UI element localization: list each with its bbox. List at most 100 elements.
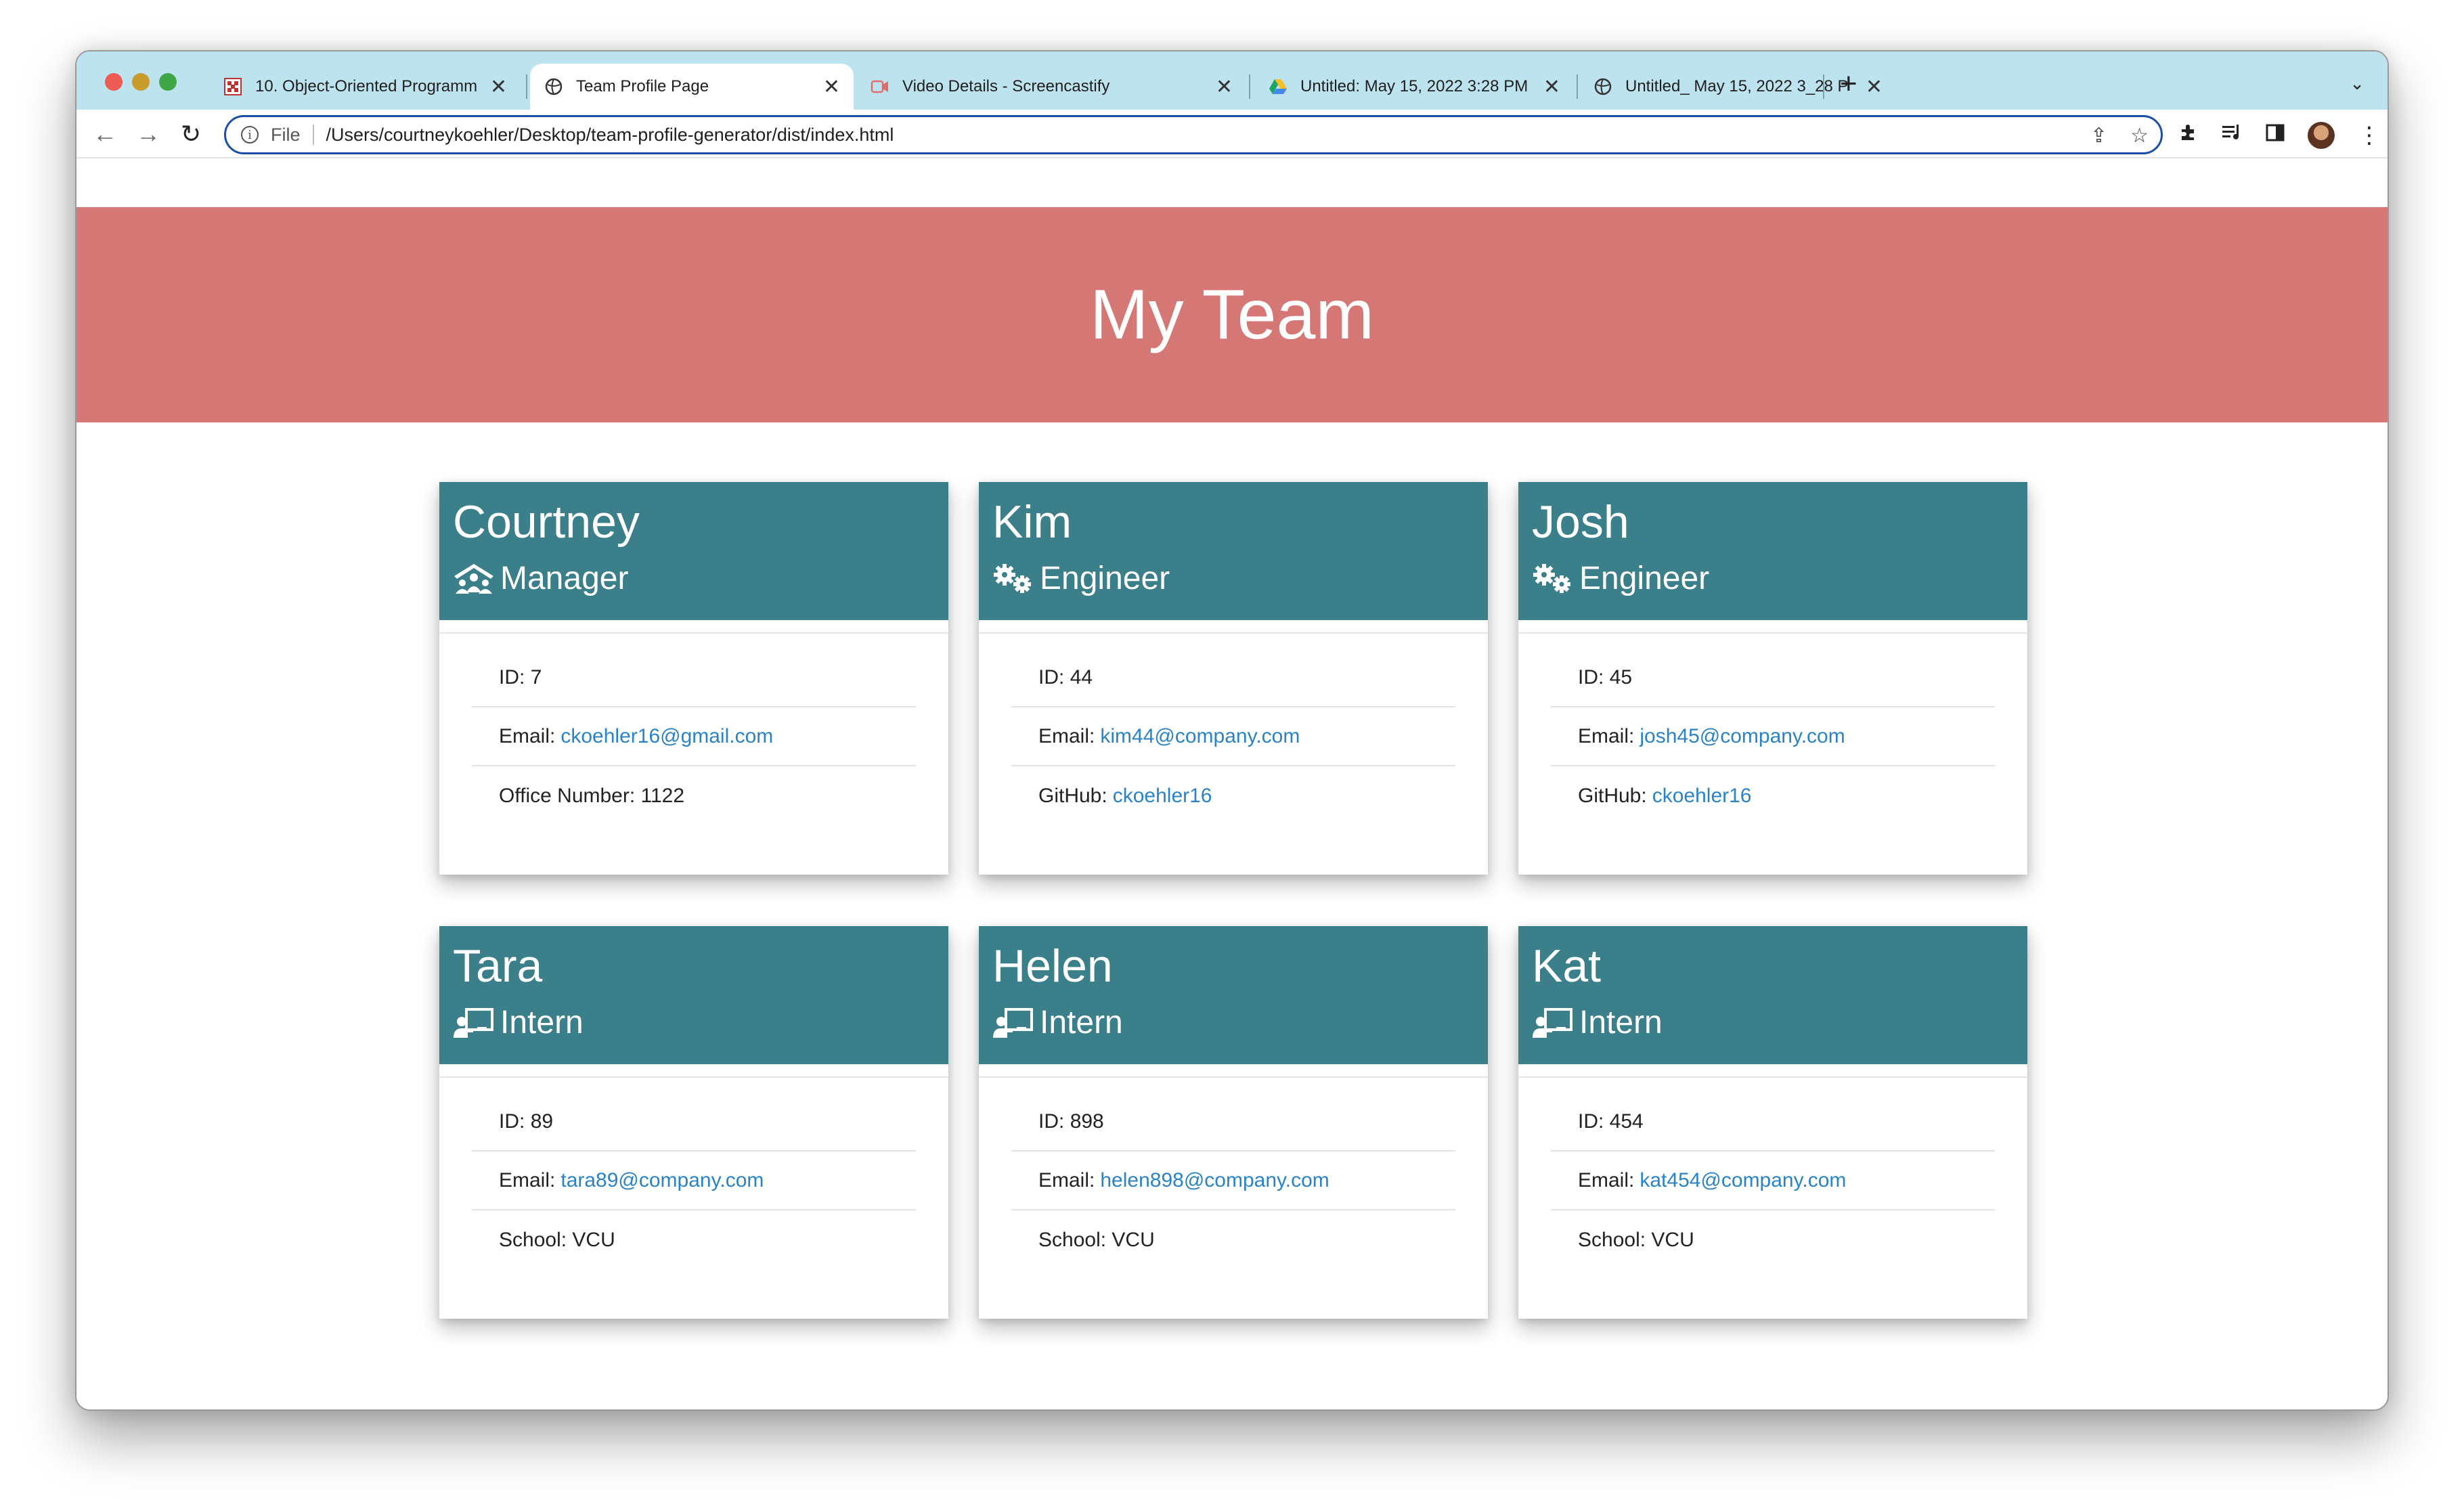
card-header: Kim Engineer: [979, 482, 1488, 620]
email-link[interactable]: ckoehler16@gmail.com: [560, 725, 773, 748]
gears-icon: [1532, 561, 1574, 596]
extensions-icon[interactable]: [2178, 123, 2198, 148]
close-icon[interactable]: ✕: [823, 75, 840, 99]
tab-title: Video Details - Screencastify: [902, 77, 1110, 95]
employee-card: Helen Intern ID: 898 Email: helen898@comp…: [979, 926, 1488, 1319]
employee-role: Intern: [1579, 1005, 1663, 1041]
id-row: ID: 7: [472, 649, 916, 707]
email-row: Email: kat454@company.com: [1551, 1152, 1995, 1210]
employee-card: Tara Intern ID: 89 Email: tara89@company.…: [439, 926, 948, 1319]
details-list: ID: 454 Email: kat454@company.com School:…: [1518, 1078, 2027, 1269]
tab-video-details[interactable]: Video Details - Screencastify ✕: [856, 64, 1246, 110]
menu-dots-icon[interactable]: ⋮: [2358, 122, 2381, 149]
school-name: VCU: [1112, 1228, 1155, 1251]
details-list: ID: 898 Email: helen898@company.com Schoo…: [979, 1078, 1488, 1269]
new-tab-button[interactable]: +: [1840, 69, 1857, 99]
reload-icon[interactable]: ↻: [181, 119, 201, 149]
email-link[interactable]: josh45@company.com: [1640, 725, 1845, 748]
school-row: School: VCU: [499, 1228, 615, 1251]
details-list: ID: 89 Email: tara89@company.com School: …: [439, 1078, 948, 1269]
school-name: VCU: [1651, 1228, 1694, 1251]
employee-id: 44: [1070, 665, 1093, 688]
side-panel-icon[interactable]: [2266, 123, 2285, 148]
gears-icon: [992, 561, 1034, 596]
github-row: GitHub: ckoehler16: [1578, 784, 1752, 808]
email-row: Email: tara89@company.com: [472, 1152, 916, 1210]
manager-icon: [453, 561, 495, 596]
info-icon[interactable]: i: [241, 126, 259, 144]
globe-icon: [1593, 76, 1613, 97]
card-header: Josh Engineer: [1518, 482, 2027, 620]
email-link[interactable]: kim44@company.com: [1100, 725, 1300, 748]
address-bar[interactable]: i File /Users/courtneykoehler/Desktop/te…: [224, 115, 2163, 154]
employee-card: Josh Engineer ID: 45 Email: josh45@compan…: [1518, 482, 2027, 875]
employee-name: Kim: [992, 496, 1072, 548]
school-name: VCU: [572, 1228, 615, 1251]
github-link[interactable]: ckoehler16: [1652, 785, 1752, 808]
google-drive-icon: [1268, 76, 1288, 97]
id-row: ID: 454: [1551, 1093, 1995, 1152]
forward-arrow-icon[interactable]: →: [136, 119, 160, 149]
screencastify-icon: [870, 76, 890, 97]
tab-team-profile[interactable]: Team Profile Page ✕: [530, 64, 854, 110]
tab-strip: 10. Object-Oriented Programm ✕ Team Prof…: [76, 51, 2388, 110]
employee-role: Intern: [500, 1005, 584, 1041]
employee-role: Manager: [500, 561, 629, 596]
card-header: Helen Intern: [979, 926, 1488, 1064]
team-banner: My Team: [76, 207, 2388, 422]
media-queue-icon[interactable]: [2221, 123, 2243, 148]
email-row: Email: helen898@company.com: [1011, 1152, 1455, 1210]
id-row: ID: 898: [1011, 1093, 1455, 1152]
close-window-button[interactable]: [105, 73, 123, 91]
details-list: ID: 7 Email: ckoehler16@gmail.com Office …: [439, 634, 948, 825]
email-link[interactable]: helen898@company.com: [1100, 1169, 1329, 1192]
intern-icon: [1532, 1005, 1574, 1041]
back-arrow-icon[interactable]: ←: [93, 119, 117, 149]
email-row: Email: josh45@company.com: [1551, 707, 1995, 766]
close-icon[interactable]: ✕: [1866, 75, 1883, 99]
employee-name: Kat: [1532, 940, 1602, 992]
employee-id: 89: [530, 1110, 554, 1133]
tab-title: Untitled: May 15, 2022 3:28 PM: [1300, 77, 1528, 95]
profile-avatar[interactable]: [2308, 122, 2335, 149]
email-link[interactable]: tara89@company.com: [560, 1169, 764, 1192]
office-number-row: Office Number: 1122: [499, 784, 685, 807]
tab-untitled-drive[interactable]: Untitled: May 15, 2022 3:28 PM ✕: [1254, 64, 1574, 110]
email-link[interactable]: kat454@company.com: [1640, 1169, 1846, 1192]
employee-name: Helen: [992, 940, 1113, 992]
github-link[interactable]: ckoehler16: [1113, 785, 1212, 808]
office-number: 1122: [640, 784, 685, 807]
close-icon[interactable]: ✕: [490, 75, 507, 99]
employee-id: 7: [530, 665, 542, 688]
employee-id: 45: [1609, 665, 1633, 688]
id-row: ID: 45: [1551, 649, 1995, 707]
browser-toolbar: ← → ↻ i File /Users/courtneykoehler/Desk…: [76, 110, 2388, 158]
close-icon[interactable]: ✕: [1216, 75, 1233, 99]
globe-icon: [544, 76, 564, 97]
email-row: Email: kim44@company.com: [1011, 707, 1455, 766]
details-list: ID: 44 Email: kim44@company.com GitHub: ck…: [979, 634, 1488, 825]
email-row: Email: ckoehler16@gmail.com: [472, 707, 916, 766]
school-row: School: VCU: [1578, 1228, 1694, 1251]
page-title: My Team: [1090, 275, 1374, 354]
close-icon[interactable]: ✕: [1543, 75, 1560, 99]
employee-role: Engineer: [1040, 561, 1170, 596]
browser-window: 10. Object-Oriented Programm ✕ Team Prof…: [75, 50, 2389, 1411]
star-icon[interactable]: ☆: [2130, 124, 2149, 148]
employee-name: Tara: [453, 940, 543, 992]
tab-object-oriented[interactable]: 10. Object-Oriented Programm ✕: [209, 64, 521, 110]
intern-icon: [453, 1005, 495, 1041]
github-row: GitHub: ckoehler16: [1038, 784, 1212, 808]
employee-role: Engineer: [1579, 561, 1710, 596]
chevron-down-icon[interactable]: ⌄: [2350, 73, 2364, 94]
minimize-window-button[interactable]: [132, 73, 150, 91]
maximize-window-button[interactable]: [159, 73, 177, 91]
card-header: Tara Intern: [439, 926, 948, 1064]
checkered-icon: [223, 76, 243, 97]
page-viewport: My Team Courtney Manager ID: 7 Email: cko…: [76, 158, 2388, 1409]
intern-icon: [992, 1005, 1034, 1041]
share-icon[interactable]: ⇪: [2090, 124, 2107, 148]
employee-name: Josh: [1532, 496, 1629, 548]
employee-card: Kat Intern ID: 454 Email: kat454@company.…: [1518, 926, 2027, 1319]
id-row: ID: 44: [1011, 649, 1455, 707]
